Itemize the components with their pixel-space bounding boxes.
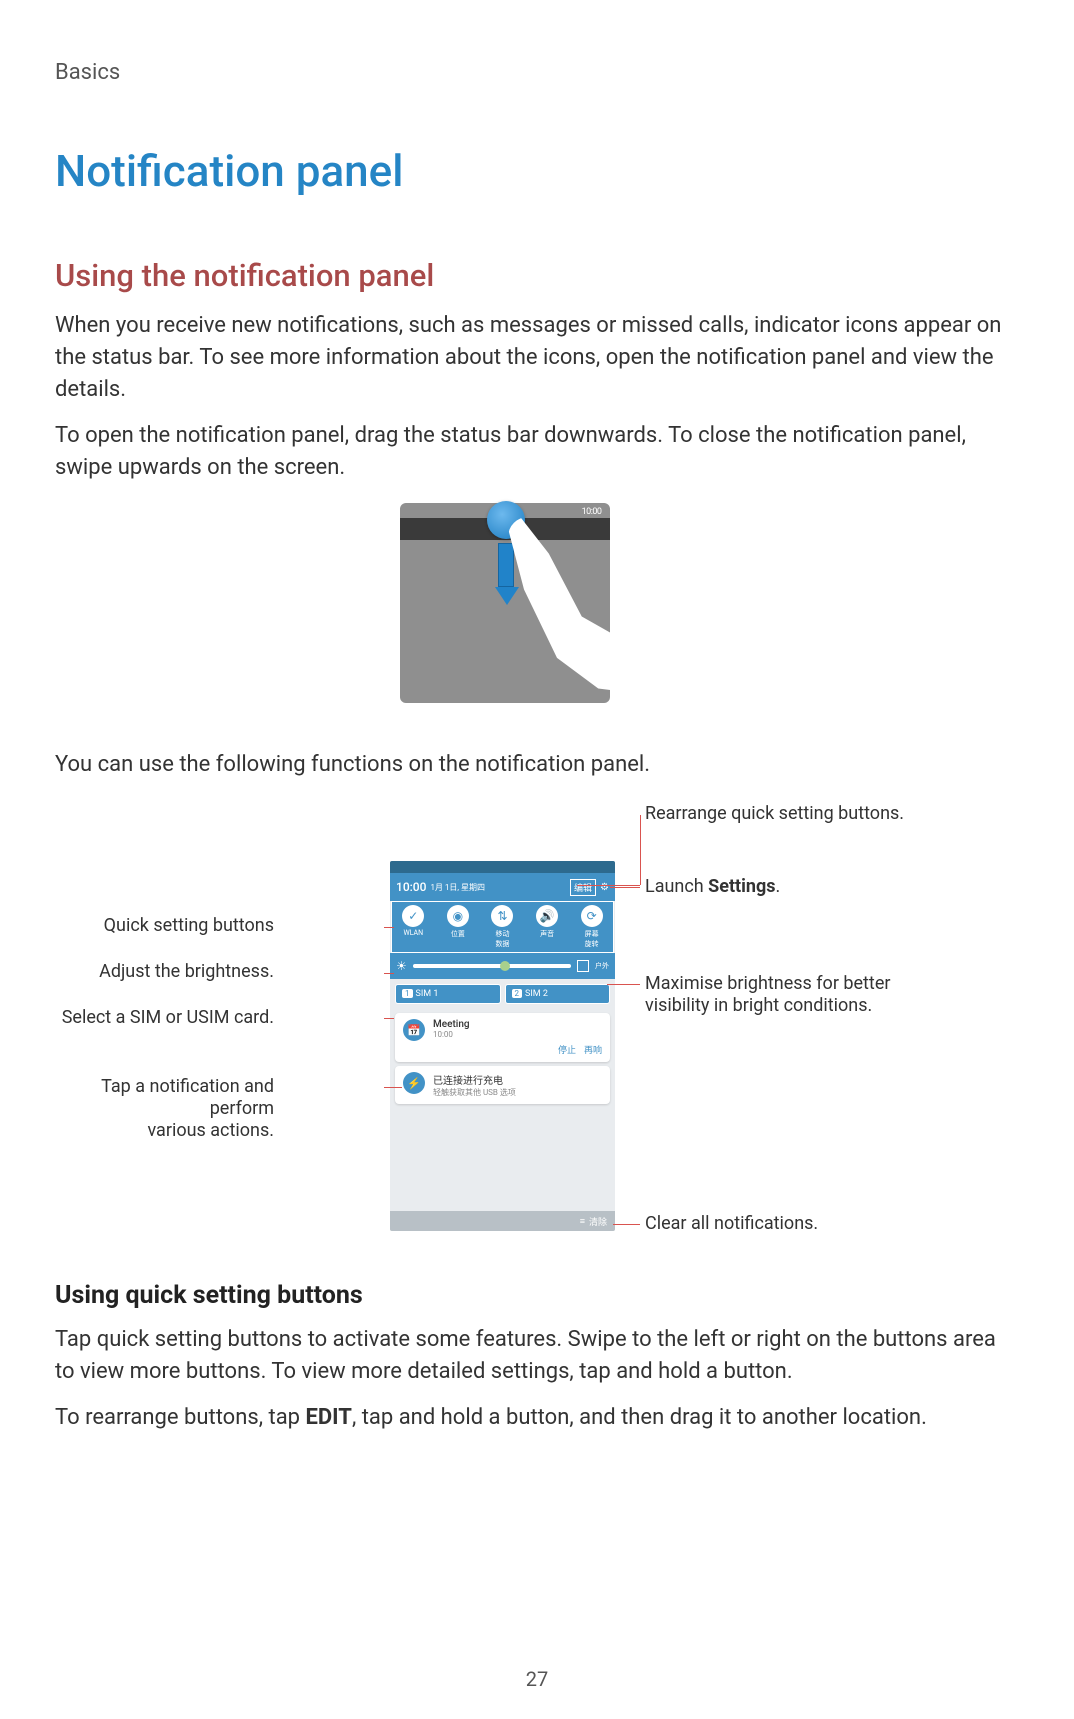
quick-settings-row[interactable]: ✓ WLAN ◉ 位置 ⇅ 移动 数据 🔊 声音 ⟳ 屏幕 旋转 [391, 901, 614, 953]
qs-wlan[interactable]: ✓ WLAN [392, 903, 435, 951]
notification-card-1[interactable]: 📅 Meeting 10:00 停止 再响 [395, 1013, 610, 1062]
callout-brightness: Adjust the brightness. [99, 961, 274, 983]
sound-icon: 🔊 [536, 905, 558, 927]
phone-screenshot: 10:00 1月 1日, 星期四 编辑 ⚙ ✓ WLAN ◉ 位置 ⇅ 移动 数据 🔊… [390, 861, 615, 1231]
location-icon: ◉ [447, 905, 469, 927]
brightness-row[interactable]: ☀ 户外 [390, 953, 615, 979]
qs-data[interactable]: ⇅ 移动 数据 [481, 903, 524, 951]
qs-sound[interactable]: 🔊 声音 [526, 903, 569, 951]
quick-settings-paragraph-2: To rearrange buttons, tap EDIT, tap and … [55, 1402, 1019, 1434]
brightness-slider[interactable] [413, 964, 571, 968]
status-bar [390, 861, 615, 873]
notification-panel-figure: 10:00 1月 1日, 星期四 编辑 ⚙ ✓ WLAN ◉ 位置 ⇅ 移动 数据 🔊… [55, 801, 1019, 1241]
qs-location-label: 位置 [451, 930, 465, 938]
sim1-label: SIM 1 [416, 989, 439, 999]
notif1-time: 10:00 [433, 1030, 602, 1039]
gear-icon[interactable]: ⚙ [600, 882, 609, 893]
rotate-icon: ⟳ [581, 905, 603, 927]
intro-paragraph-2: To open the notification panel, drag the… [55, 420, 1019, 484]
notif1-title: Meeting [433, 1019, 602, 1030]
data-icon: ⇅ [491, 905, 513, 927]
callout-clear: Clear all notifications. [645, 1213, 818, 1235]
calendar-icon: 📅 [403, 1019, 425, 1041]
notif-action-snooze[interactable]: 再响 [584, 1043, 602, 1056]
callout-max-brightness: Maximise brightness for bettervisibility… [645, 973, 890, 1016]
section-header: Basics [55, 60, 1019, 85]
notif2-title: 已连接进行充电 [433, 1072, 602, 1087]
page-number: 27 [0, 1667, 1074, 1691]
notification-card-2[interactable]: ⚡ 已连接进行充电 轻触获取其他 USB 选项 [395, 1066, 610, 1104]
qs-sound-label: 声音 [540, 930, 554, 938]
qs-wlan-label: WLAN [403, 929, 423, 937]
sim-row: 1SIM 1 2SIM 2 [390, 979, 615, 1009]
notif-action-stop[interactable]: 停止 [558, 1043, 576, 1056]
qs-rotate[interactable]: ⟳ 屏幕 旋转 [570, 903, 613, 951]
qs-data-label: 移动 数据 [495, 930, 509, 948]
date-label: 1月 1日, 星期四 [430, 882, 566, 893]
status-time: 10:00 [582, 507, 602, 517]
page-title: Notification panel [55, 145, 1019, 197]
quick-settings-paragraph-1: Tap quick setting buttons to activate so… [55, 1324, 1019, 1388]
callout-notification-tap: Tap a notification and performvarious ac… [55, 1076, 274, 1141]
swipe-gesture-figure: 10:00 [400, 503, 675, 723]
callout-rearrange: Rearrange quick setting buttons. [645, 803, 904, 825]
callout-launch-settings: Launch Settings. [645, 876, 780, 898]
sim2-card[interactable]: 2SIM 2 [505, 984, 611, 1004]
wifi-icon: ✓ [402, 905, 424, 927]
clear-label: 清除 [589, 1215, 607, 1228]
arrow-down-icon [495, 543, 517, 605]
usb-icon: ⚡ [403, 1072, 425, 1094]
outdoor-label: 户外 [595, 961, 609, 971]
section-heading-quick-settings: Using quick setting buttons [55, 1281, 1019, 1310]
subtitle: Using the notification panel [55, 257, 1019, 294]
qs-rotate-label: 屏幕 旋转 [585, 930, 599, 948]
intro-paragraph-1: When you receive new notifications, such… [55, 310, 1019, 406]
panel-header: 10:00 1月 1日, 星期四 编辑 ⚙ [390, 873, 615, 901]
intro-paragraph-3: You can use the following functions on t… [55, 749, 1019, 781]
callout-quick-settings: Quick setting buttons [104, 915, 274, 937]
clock-label: 10:00 [396, 880, 426, 894]
callout-sim: Select a SIM or USIM card. [62, 1007, 274, 1029]
qs-location[interactable]: ◉ 位置 [437, 903, 480, 951]
edit-button[interactable]: 编辑 [570, 879, 596, 896]
clear-button[interactable]: ≡ 清除 [390, 1211, 615, 1231]
sim1-card[interactable]: 1SIM 1 [395, 984, 501, 1004]
brightness-icon: ☀ [396, 959, 407, 973]
outdoor-checkbox[interactable] [577, 960, 589, 972]
clear-icon: ≡ [580, 1216, 585, 1227]
notif2-sub: 轻触获取其他 USB 选项 [433, 1087, 602, 1098]
sim2-label: SIM 2 [525, 989, 548, 999]
